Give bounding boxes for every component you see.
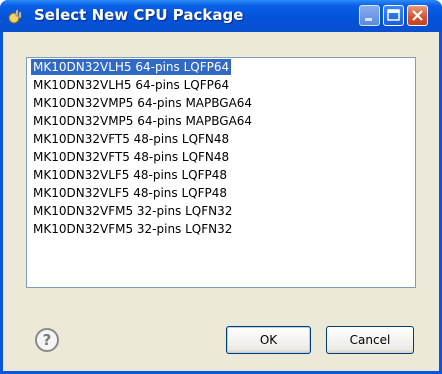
list-item[interactable]: MK10DN32VFT5 48-pins LQFN48 (27, 130, 415, 148)
list-item[interactable]: MK10DN32VFT5 48-pins LQFN48 (27, 148, 415, 166)
list-item[interactable]: MK10DN32VLF5 48-pins LQFP48 (27, 184, 415, 202)
window-title: Select New CPU Package (34, 6, 244, 24)
close-icon (412, 10, 423, 21)
dialog-window: Select New CPU Package MK10DN32VLH5 64-p… (0, 0, 442, 374)
list-item[interactable]: MK10DN32VMP5 64-pins MAPBGA64 (27, 112, 415, 130)
list-item[interactable]: MK10DN32VFM5 32-pins LQFN32 (27, 220, 415, 238)
cpu-package-list[interactable]: MK10DN32VLH5 64-pins LQFP64 MK10DN32VLH5 … (26, 57, 416, 288)
list-item[interactable]: MK10DN32VFM5 32-pins LQFN32 (27, 202, 415, 220)
list-item-label: MK10DN32VFM5 32-pins LQFN32 (33, 204, 233, 218)
list-item-label: MK10DN32VLF5 48-pins LQFP48 (33, 168, 227, 182)
close-button[interactable] (407, 5, 428, 26)
list-item-label: MK10DN32VFM5 32-pins LQFN32 (33, 222, 233, 236)
list-item-label: MK10DN32VLH5 64-pins LQFP64 (31, 59, 232, 75)
ok-button[interactable]: OK (226, 326, 311, 354)
list-item-label: MK10DN32VMP5 64-pins MAPBGA64 (33, 96, 253, 110)
maximize-button[interactable] (383, 5, 404, 26)
list-item[interactable]: MK10DN32VLH5 64-pins LQFP64 (27, 76, 415, 94)
title-bar[interactable]: Select New CPU Package (0, 0, 442, 32)
minimize-icon (365, 18, 372, 21)
help-icon[interactable]: ? (35, 328, 59, 352)
cancel-button[interactable]: Cancel (326, 326, 414, 354)
list-item-label: MK10DN32VMP5 64-pins MAPBGA64 (33, 114, 253, 128)
list-item[interactable]: MK10DN32VMP5 64-pins MAPBGA64 (27, 94, 415, 112)
list-item-label: MK10DN32VFT5 48-pins LQFN48 (33, 150, 230, 164)
list-item-label: MK10DN32VLH5 64-pins LQFP64 (33, 78, 230, 92)
list-item-label: MK10DN32VFT5 48-pins LQFN48 (33, 132, 230, 146)
list-item-label: MK10DN32VLF5 48-pins LQFP48 (33, 186, 227, 200)
list-item[interactable]: MK10DN32VLF5 48-pins LQFP48 (27, 166, 415, 184)
minimize-button[interactable] (359, 5, 380, 26)
maximize-icon (387, 9, 400, 21)
eclipse-plug-icon (8, 9, 22, 24)
list-item[interactable]: MK10DN32VLH5 64-pins LQFP64 (27, 58, 415, 76)
